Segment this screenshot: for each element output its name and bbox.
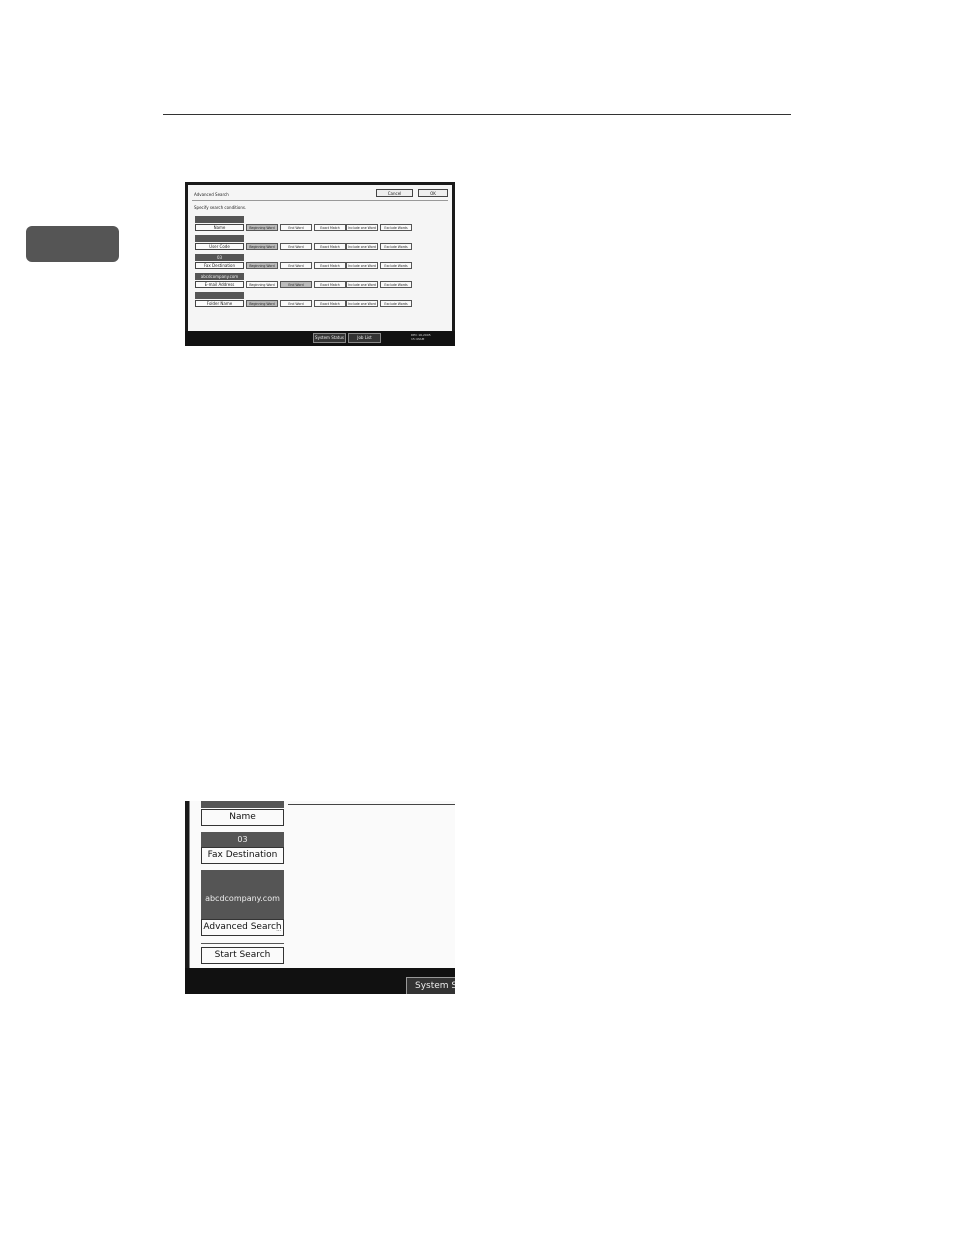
email-field-value[interactable]: abcdcompany.com bbox=[195, 273, 244, 280]
name-exact-match-option[interactable]: Exact Match bbox=[314, 224, 346, 231]
advanced-search-panel: Advanced Search Cancel OK Specify search… bbox=[188, 185, 452, 331]
email-exclude-words-option[interactable]: Exclude Words bbox=[380, 281, 412, 288]
system-status-button[interactable]: System Status bbox=[313, 333, 346, 343]
email-beginning-word-option[interactable]: Beginning Word bbox=[246, 281, 278, 288]
chapter-tab bbox=[26, 226, 119, 262]
fax-destination-field-value[interactable]: 03 bbox=[195, 254, 244, 261]
instruction-text: Specify search conditions. bbox=[194, 205, 247, 210]
search-divider bbox=[201, 943, 284, 944]
fax-destination-value[interactable]: 03 bbox=[201, 832, 284, 847]
fax-include-one-word-option[interactable]: Include one Word bbox=[346, 262, 378, 269]
system-status-button[interactable]: System Statu bbox=[406, 977, 455, 994]
name-include-one-word-option[interactable]: Include one Word bbox=[346, 224, 378, 231]
name-field-value[interactable] bbox=[201, 801, 284, 808]
start-search-button[interactable]: Start Search bbox=[201, 947, 284, 964]
more-icon: ... bbox=[276, 927, 281, 933]
status-bar: System Statu bbox=[185, 968, 455, 994]
name-button[interactable]: Name bbox=[201, 809, 284, 826]
date-time-readout: DEC 16,2005 15:43AM bbox=[411, 333, 451, 341]
job-list-button[interactable]: Job List bbox=[348, 333, 381, 343]
advanced-search-button[interactable]: Advanced Search ... bbox=[201, 919, 284, 936]
folder-exact-match-option[interactable]: Exact Match bbox=[314, 300, 346, 307]
status-bar: System Status Job List DEC 16,2005 15:43… bbox=[185, 331, 455, 346]
fax-destination-field-button[interactable]: Fax Destination bbox=[195, 262, 244, 269]
advanced-search-screen: Advanced Search Cancel OK Specify search… bbox=[185, 182, 455, 346]
time-text: 15:43AM bbox=[411, 337, 425, 341]
user-code-field-value[interactable] bbox=[195, 235, 244, 242]
email-address-value[interactable]: abcdcompany.com bbox=[201, 870, 284, 919]
fax-exclude-words-option[interactable]: Exclude Words bbox=[380, 262, 412, 269]
email-field-button[interactable]: E-mail Address bbox=[195, 281, 244, 288]
panel-top-border bbox=[288, 804, 455, 805]
search-screen-zoom: Name 03 Fax Destination abcdcompany.com … bbox=[185, 801, 455, 994]
folder-end-word-option[interactable]: End Word bbox=[280, 300, 312, 307]
name-end-word-option[interactable]: End Word bbox=[280, 224, 312, 231]
folder-name-field-button[interactable]: Folder Name bbox=[195, 300, 244, 307]
fax-exact-match-option[interactable]: Exact Match bbox=[314, 262, 346, 269]
user-code-include-one-word-option[interactable]: Include one Word bbox=[346, 243, 378, 250]
email-end-word-option[interactable]: End Word bbox=[280, 281, 312, 288]
user-code-exclude-words-option[interactable]: Exclude Words bbox=[380, 243, 412, 250]
name-beginning-word-option[interactable]: Beginning Word bbox=[246, 224, 278, 231]
header-rule bbox=[163, 114, 791, 115]
dialog-title: Advanced Search bbox=[194, 192, 229, 197]
user-code-beginning-word-option[interactable]: Beginning Word bbox=[246, 243, 278, 250]
user-code-end-word-option[interactable]: End Word bbox=[280, 243, 312, 250]
folder-exclude-words-option[interactable]: Exclude Words bbox=[380, 300, 412, 307]
advanced-search-label: Advanced Search bbox=[203, 922, 282, 932]
name-field-button[interactable]: Name bbox=[195, 224, 244, 231]
ok-button[interactable]: OK bbox=[418, 189, 448, 197]
folder-include-one-word-option[interactable]: Include one Word bbox=[346, 300, 378, 307]
email-include-one-word-option[interactable]: Include one Word bbox=[346, 281, 378, 288]
name-exclude-words-option[interactable]: Exclude Words bbox=[380, 224, 412, 231]
name-field-value[interactable] bbox=[195, 216, 244, 223]
user-code-field-button[interactable]: User Code bbox=[195, 243, 244, 250]
fax-end-word-option[interactable]: End Word bbox=[280, 262, 312, 269]
fax-beginning-word-option[interactable]: Beginning Word bbox=[246, 262, 278, 269]
fax-destination-button[interactable]: Fax Destination bbox=[201, 847, 284, 864]
folder-beginning-word-option[interactable]: Beginning Word bbox=[246, 300, 278, 307]
search-panel: Name 03 Fax Destination abcdcompany.com … bbox=[189, 801, 455, 968]
folder-name-field-value[interactable] bbox=[195, 292, 244, 299]
email-exact-match-option[interactable]: Exact Match bbox=[314, 281, 346, 288]
user-code-exact-match-option[interactable]: Exact Match bbox=[314, 243, 346, 250]
cancel-button[interactable]: Cancel bbox=[376, 189, 413, 197]
title-divider bbox=[192, 200, 448, 201]
